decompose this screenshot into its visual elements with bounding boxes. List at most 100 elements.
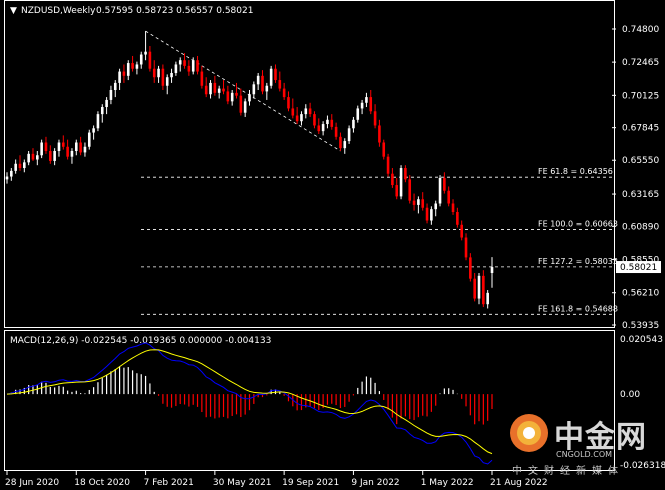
candle-body bbox=[356, 108, 360, 120]
chart-window: ▼ NZDUSD,Weekly 0.57595 0.58723 0.56557 … bbox=[0, 0, 665, 490]
candle-body bbox=[295, 115, 299, 122]
candle-body bbox=[365, 97, 368, 103]
candle-body bbox=[152, 68, 156, 78]
candle-body bbox=[287, 97, 290, 109]
candle-body bbox=[165, 77, 169, 86]
watermark: 中金网 CNGOLD.COM 中文财经新媒体 bbox=[508, 412, 658, 478]
candle-body bbox=[217, 88, 221, 93]
fib-level-label: FE 161.8 = 0.54688 bbox=[538, 304, 618, 313]
macd-tick-top: 0.020543 bbox=[620, 335, 663, 345]
candle-body bbox=[269, 68, 273, 86]
candle-body bbox=[10, 170, 13, 177]
last-price-label: 0.58021 bbox=[620, 263, 657, 273]
candle-body bbox=[66, 146, 69, 157]
symbol-label: NZDUSD,Weekly bbox=[21, 6, 96, 16]
candle-body bbox=[313, 114, 316, 126]
candle-body bbox=[395, 185, 399, 197]
candle-body bbox=[482, 275, 485, 305]
time-tick-label: 18 Oct 2020 bbox=[74, 478, 130, 488]
candle-body bbox=[27, 153, 30, 163]
candle-body bbox=[334, 126, 338, 137]
price-tick-label: 0.70125 bbox=[622, 91, 659, 101]
candle-body bbox=[131, 63, 134, 69]
candle-body bbox=[23, 162, 26, 169]
time-tick-label: 30 May 2021 bbox=[213, 478, 272, 488]
candle-body bbox=[300, 114, 303, 122]
candle-body bbox=[408, 179, 412, 201]
candle-body bbox=[326, 119, 329, 125]
macd-tick-zero: 0.00 bbox=[620, 390, 640, 400]
macd-histogram bbox=[10, 366, 493, 425]
candle-body bbox=[31, 153, 35, 160]
price-panel-frame bbox=[4, 0, 615, 328]
candle-body bbox=[399, 168, 403, 197]
candle-body bbox=[373, 111, 377, 126]
candle-body bbox=[53, 151, 56, 161]
candle-body bbox=[92, 128, 95, 133]
symbol-icon: ▼ bbox=[10, 6, 17, 16]
watermark-tagline: 中文财经新媒体 bbox=[512, 466, 624, 477]
candle-body bbox=[44, 142, 48, 152]
candle-body bbox=[105, 99, 108, 108]
fib-level-label: FE 127.2 = 0.58033 bbox=[538, 257, 618, 266]
candle-body bbox=[18, 163, 22, 169]
candle-body bbox=[183, 60, 186, 66]
price-axis: 0.74800 0.72465 0.70125 0.67845 0.65550 0.631… bbox=[612, 25, 661, 331]
candle-body bbox=[40, 142, 43, 156]
candle-body bbox=[404, 168, 407, 180]
candle-body bbox=[196, 60, 199, 72]
price-tick-label: 0.65550 bbox=[622, 156, 659, 166]
candle-body bbox=[79, 142, 82, 153]
candle-body bbox=[144, 51, 147, 55]
candle-body bbox=[170, 72, 173, 78]
candle-body bbox=[239, 95, 243, 113]
candle-body bbox=[187, 65, 191, 72]
price-tick-label: 0.74800 bbox=[622, 25, 659, 35]
price-tick-label: 0.60890 bbox=[622, 222, 659, 232]
candle-body bbox=[243, 101, 247, 113]
candle-body bbox=[178, 60, 182, 65]
time-axis: 28 Jun 2020 18 Oct 2020 7 Feb 2021 30 May 2… bbox=[5, 471, 548, 488]
candle-body bbox=[96, 114, 100, 129]
candle-body bbox=[451, 203, 455, 213]
fib-level-label: FE 61.8 = 0.64356 bbox=[538, 167, 613, 176]
cngold-logo-icon bbox=[510, 414, 548, 452]
candle-body bbox=[352, 119, 355, 129]
candle-body bbox=[443, 177, 446, 191]
candle-body bbox=[456, 212, 459, 225]
candle-body bbox=[135, 64, 139, 69]
candle-body bbox=[261, 75, 264, 92]
fib-levels: FE 61.8 = 0.64356 FE 100.0 = 0.60663 FE 12… bbox=[141, 30, 618, 315]
candle-body bbox=[230, 92, 234, 102]
candle-body bbox=[174, 64, 178, 73]
candle-body bbox=[274, 68, 277, 81]
candle-body bbox=[417, 199, 420, 205]
candle-body bbox=[139, 54, 143, 65]
candle-body bbox=[126, 63, 130, 76]
candle-body bbox=[252, 84, 256, 95]
ohlc-readout: 0.57595 0.58723 0.56557 0.58021 bbox=[96, 6, 253, 16]
candle-body bbox=[122, 71, 126, 76]
candle-body bbox=[343, 141, 347, 149]
candle-body bbox=[330, 119, 334, 127]
candle-body bbox=[49, 151, 52, 161]
candle-body bbox=[161, 68, 165, 86]
candle-body bbox=[360, 102, 364, 109]
candle-body bbox=[477, 275, 481, 299]
candle-body bbox=[382, 142, 386, 157]
candle-body bbox=[209, 82, 212, 95]
candle-body bbox=[430, 209, 433, 221]
candle-body bbox=[100, 107, 104, 115]
candle-body bbox=[421, 199, 425, 208]
candle-body bbox=[282, 88, 286, 98]
price-tick-label: 0.63165 bbox=[622, 190, 659, 200]
price-tick-label: 0.56210 bbox=[622, 289, 659, 299]
candle-body bbox=[317, 125, 321, 132]
time-tick-label: 1 May 2022 bbox=[421, 478, 474, 488]
candle-body bbox=[118, 71, 121, 83]
candle-body bbox=[70, 151, 74, 157]
time-tick-label: 19 Sep 2021 bbox=[282, 478, 339, 488]
candle-body bbox=[256, 75, 260, 85]
candle-body bbox=[339, 136, 342, 149]
candle-body bbox=[222, 88, 225, 92]
